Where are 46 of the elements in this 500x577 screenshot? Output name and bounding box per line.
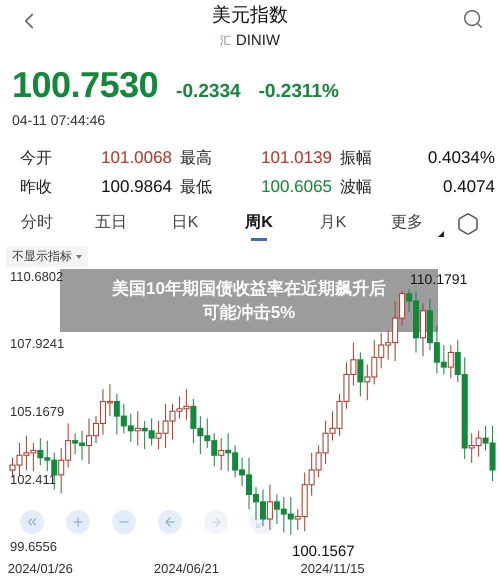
stat-value: 0.4034%: [426, 148, 495, 169]
stat-label: 振幅: [340, 149, 373, 169]
high-price-label: 110.1791: [410, 271, 468, 287]
candlestick: [218, 438, 224, 470]
date-axis-label: 2024/01/26: [8, 561, 73, 577]
stat-label: 最低: [180, 178, 213, 198]
search-icon: [462, 8, 484, 30]
stat-label: 最高: [180, 148, 213, 169]
last-price: 100.7530: [12, 64, 158, 106]
symbol-code: DINIW: [236, 32, 280, 49]
stat-label: 波幅: [340, 178, 373, 198]
stat-label: 今开: [20, 149, 53, 169]
stat-value: 0.4074: [442, 177, 495, 198]
candlestick: [134, 410, 141, 446]
period-tab[interactable]: 分时: [0, 206, 74, 242]
date-axis-label: 2024/06/21: [154, 561, 219, 577]
market-tag: 汇: [220, 33, 231, 48]
price-change: -0.2334: [176, 81, 241, 103]
caption-text: 可能冲击5%: [202, 302, 296, 324]
period-tab[interactable]: 更多: [370, 206, 444, 242]
stat-value: 101.0139: [260, 148, 332, 169]
stat-label: 昨收: [20, 178, 53, 198]
price-axis-label: 107.9241: [10, 336, 64, 352]
period-tab[interactable]: 月K: [296, 206, 370, 242]
search-button[interactable]: [462, 8, 484, 30]
settings-icon[interactable]: [456, 212, 480, 236]
percent-change: -0.2311%: [258, 81, 339, 103]
quote-time: 04-11 07:44:46: [11, 111, 106, 130]
low-price-label: 100.1567: [292, 543, 355, 560]
indicator-dropdown[interactable]: 不显示指标: [6, 246, 88, 267]
date-axis-label: 2024/11/15: [300, 561, 365, 577]
candlestick: [448, 344, 454, 379]
caption-text: 美国10年期国债收益率在近期飙升后: [112, 278, 386, 300]
plus-icon: [71, 515, 85, 529]
period-tab[interactable]: 五日: [74, 206, 148, 242]
period-tab[interactable]: 周K: [222, 206, 296, 242]
candlestick: [357, 352, 364, 398]
price-axis-label: 105.1679: [10, 404, 64, 420]
stat-value: 100.6065: [260, 177, 332, 198]
candlestick: [266, 484, 273, 530]
price-axis-label: 110.6802: [10, 269, 64, 285]
page-title: 美元指数: [212, 4, 288, 28]
stat-value: 100.9864: [100, 177, 172, 198]
period-tab[interactable]: 日K: [148, 206, 222, 242]
price-axis-label: 99.6556: [10, 539, 57, 555]
stat-value: 101.0068: [100, 148, 172, 169]
